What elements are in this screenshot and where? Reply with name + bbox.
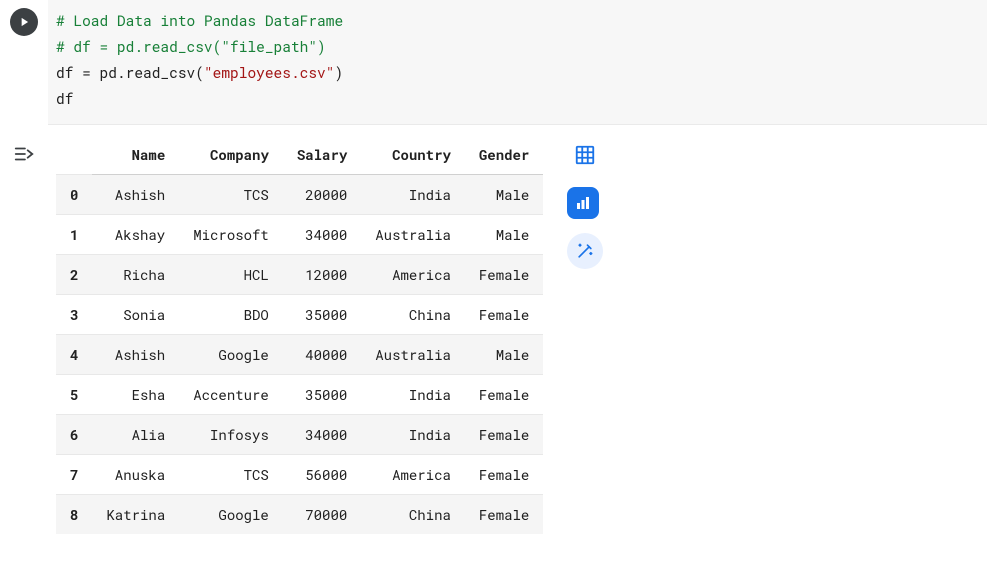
cell: Male [465,335,543,375]
row-index: 7 [56,455,92,495]
toggle-output-icon [13,143,35,165]
code-line: # df = pd.read_csv("file_path") [56,37,326,56]
row-index: 4 [56,335,92,375]
magic-wand-icon [575,241,595,261]
code-line: # Load Data into Pandas DataFrame [56,11,343,30]
toggle-output-button[interactable] [11,141,37,167]
table-row: 2RichaHCL12000AmericaFemale [56,255,543,295]
cell: China [361,495,465,535]
cell: 20000 [283,175,361,215]
cell: Australia [361,335,465,375]
table-row: 7AnuskaTCS56000AmericaFemale [56,455,543,495]
open-in-sheets-button[interactable] [567,137,603,173]
table-row: 6AliaInfosys34000IndiaFemale [56,415,543,455]
cell: 12000 [283,255,361,295]
cell: 35000 [283,295,361,335]
dataframe-table: Name Company Salary Country Gender 0Ashi… [56,135,543,534]
cell: Australia [361,215,465,255]
cell: 40000 [283,335,361,375]
output-action-icons [567,135,603,269]
cell: Katrina [92,495,179,535]
table-row: 4AshishGoogle40000AustraliaMale [56,335,543,375]
cell: China [361,295,465,335]
cell: India [361,375,465,415]
cell: America [361,255,465,295]
cell: BDO [179,295,283,335]
column-header: Company [179,135,283,175]
table-header-row: Name Company Salary Country Gender [56,135,543,175]
table-row: 5EshaAccenture35000IndiaFemale [56,375,543,415]
generate-code-button[interactable] [567,233,603,269]
cell: Infosys [179,415,283,455]
table-corner [56,135,92,175]
suggest-charts-button[interactable] [567,187,599,219]
cell: Female [465,255,543,295]
run-button[interactable] [10,8,38,36]
code-line: df [56,89,73,108]
column-header: Salary [283,135,361,175]
cell: 56000 [283,455,361,495]
cell: 34000 [283,215,361,255]
code-editor[interactable]: # Load Data into Pandas DataFrame # df =… [48,0,987,125]
table-row: 0AshishTCS20000IndiaMale [56,175,543,215]
cell: America [361,455,465,495]
cell: 70000 [283,495,361,535]
cell: Female [465,375,543,415]
cell: Ashish [92,175,179,215]
cell: Male [465,215,543,255]
row-index: 6 [56,415,92,455]
cell: TCS [179,455,283,495]
cell: Female [465,495,543,535]
cell: Accenture [179,375,283,415]
cell: Akshay [92,215,179,255]
cell: India [361,415,465,455]
code-line: df = pd.read_csv("employees.csv") [56,63,343,82]
cell: TCS [179,175,283,215]
cell: Richa [92,255,179,295]
cell: Sonia [92,295,179,335]
cell: Google [179,335,283,375]
output-gutter [0,135,48,167]
cell: Anuska [92,455,179,495]
chart-icon [574,194,592,212]
cell: Alia [92,415,179,455]
cell-output: Name Company Salary Country Gender 0Ashi… [0,125,987,534]
column-header: Country [361,135,465,175]
cell: Google [179,495,283,535]
cell: Microsoft [179,215,283,255]
code-cell: # Load Data into Pandas DataFrame # df =… [0,0,987,125]
cell: Ashish [92,335,179,375]
cell: Female [465,455,543,495]
table-body: 0AshishTCS20000IndiaMale 1AkshayMicrosof… [56,175,543,535]
row-index: 3 [56,295,92,335]
row-index: 1 [56,215,92,255]
row-index: 0 [56,175,92,215]
cell: Female [465,295,543,335]
column-header: Gender [465,135,543,175]
row-index: 5 [56,375,92,415]
cell: India [361,175,465,215]
run-icon [17,15,31,29]
table-row: 1AkshayMicrosoft34000AustraliaMale [56,215,543,255]
row-index: 2 [56,255,92,295]
table-row: 8KatrinaGoogle70000ChinaFemale [56,495,543,535]
cell: HCL [179,255,283,295]
cell: 35000 [283,375,361,415]
cell-gutter [0,0,48,36]
cell: Esha [92,375,179,415]
cell: 34000 [283,415,361,455]
column-header: Name [92,135,179,175]
output-body: Name Company Salary Country Gender 0Ashi… [48,135,987,534]
table-row: 3SoniaBDO35000ChinaFemale [56,295,543,335]
cell: Female [465,415,543,455]
spreadsheet-icon [574,144,596,166]
cell: Male [465,175,543,215]
row-index: 8 [56,495,92,535]
